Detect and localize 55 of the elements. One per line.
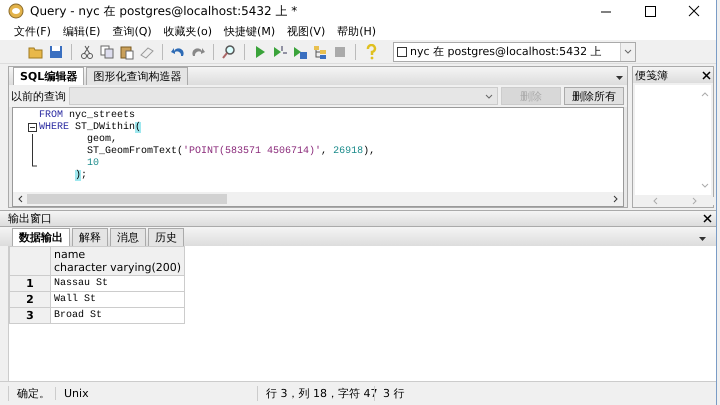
panel-title: 输出窗口 (8, 211, 52, 226)
code-line: WHERE ST_DWithin( (39, 122, 142, 134)
scroll-left-icon[interactable] (17, 195, 23, 203)
close-icon[interactable] (702, 70, 711, 80)
paste-icon[interactable] (119, 44, 135, 60)
panel-title: 便笺簿 (635, 68, 668, 82)
tree-grid-icon[interactable] (312, 44, 328, 60)
fold-minus-icon[interactable] (27, 122, 39, 134)
code-line: geom, (87, 134, 118, 146)
dropdown-icon[interactable] (699, 235, 706, 242)
checkbox-icon (397, 46, 407, 56)
menu-item[interactable]: 收藏夹(o) (158, 24, 218, 38)
play-with-text-icon[interactable] (272, 44, 288, 60)
caret-icon (624, 49, 632, 54)
output-tab[interactable]: 数据输出 (12, 228, 70, 246)
row-number[interactable]: 2 (10, 292, 50, 308)
copy-icon[interactable] (99, 44, 115, 60)
status-text: 确定。 (8, 386, 55, 401)
app-logo-icon (8, 3, 24, 19)
menu-item[interactable]: 快捷键(M) (218, 24, 282, 38)
save-icon[interactable] (48, 44, 64, 60)
history-label: 以前的查询 (11, 88, 66, 104)
caret-icon (485, 94, 493, 98)
editor-tab[interactable]: SQL编辑器 (13, 67, 84, 85)
output-tab[interactable]: 消息 (110, 228, 146, 246)
menu-item[interactable]: 文件(F) (8, 24, 57, 38)
menu-item[interactable]: 帮助(H) (331, 24, 382, 38)
search-icon[interactable] (221, 44, 237, 60)
output-tab[interactable]: 历史 (148, 228, 184, 246)
status-text: 3 行 (374, 386, 412, 401)
output-tab[interactable]: 解释 (72, 228, 108, 246)
connection-dropdown[interactable]: nyc 在 postgres@localhost:5432 上 (393, 42, 636, 62)
code-line: ); (75, 170, 88, 182)
delete-button[interactable]: 删除所有 (564, 87, 624, 105)
editor-tab[interactable]: 图形化查询构造器 (86, 67, 188, 85)
window-title: Query - nyc 在 postgres@localhost:5432 上 * (30, 2, 298, 20)
scroll-right-icon[interactable] (613, 195, 619, 203)
status-text: Unix (55, 387, 257, 400)
row-number[interactable]: 1 (10, 276, 50, 292)
table-cell: Nassau St (50, 276, 185, 292)
scrollbar-thumb[interactable] (27, 194, 227, 204)
menu-item[interactable]: 视图(V) (281, 24, 332, 38)
code-line: 10 (87, 158, 100, 170)
menu-item[interactable]: 编辑(E) (56, 24, 106, 38)
code-line: FROM nyc_streets (39, 110, 136, 122)
code-editor[interactable]: FROM nyc_streets WHERE ST_DWithin( geom, ST_GeomFromText('POINT(583571 4506714)', 26918), 10 ); (12, 107, 624, 207)
table-cell: Broad St (50, 308, 185, 324)
cut-icon[interactable] (79, 44, 95, 60)
column-header[interactable]: name character varying(200) (50, 246, 185, 276)
table-cell: Wall St (50, 292, 185, 308)
dropdown-icon[interactable] (616, 74, 623, 81)
menu-item[interactable]: 查询(Q) (106, 24, 158, 38)
code-line: ST_GeomFromText('POINT(583571 4506714)', 26918), (87, 146, 376, 158)
row-number[interactable]: 3 (10, 308, 50, 324)
close-icon[interactable] (703, 214, 712, 223)
